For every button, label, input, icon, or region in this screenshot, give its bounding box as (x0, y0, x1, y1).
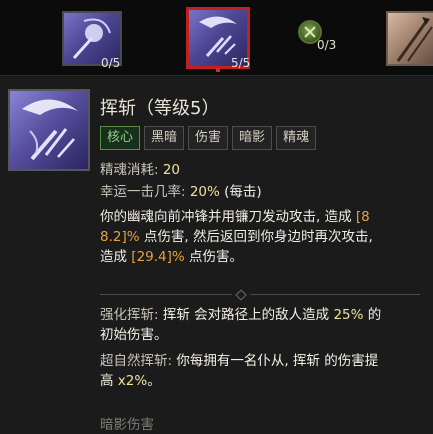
description-line-3: 造成 [29.4]% 点伤害。 (100, 249, 244, 265)
skill-tooltip: 挥斩（等级5） 核心 黑暗 伤害 暗影 精魂 精魂消耗: 20 幸运一击几率: … (0, 75, 433, 434)
enhanced-reap: 强化挥斩: 挥斩 会对路径上的敌人造成 25% 的 初始伤害。 (100, 307, 382, 343)
selected-indicator (216, 68, 220, 72)
tag-essence: 精魂 (276, 126, 317, 150)
tag-core: 核心 (100, 126, 141, 150)
lucky-hit-value: 20% (189, 184, 220, 200)
description-line-2: 8.2]% 点伤害, 然后返回到你身边时再次攻击, (100, 229, 373, 245)
supernatural-label: 超自然挥斩: (100, 353, 177, 369)
damage-type-label: 暗影伤害 (100, 417, 154, 433)
lucky-hit-label: 幸运一击几率: (100, 184, 190, 200)
description-line-1: 你的幽魂向前冲锋并用镰刀发动攻击, 造成 [8 (100, 209, 370, 225)
skill-tags: 核心 黑暗 伤害 暗影 精魂 (100, 126, 317, 150)
skill-title: 挥斩（等级5） (100, 98, 220, 119)
skill-node-enhancement-rank: 0/3 (317, 38, 337, 52)
divider (100, 289, 420, 301)
essence-cost-value: 20 (162, 162, 181, 178)
supernatural-reap: 超自然挥斩: 你每拥有一名仆从, 挥斩 的伤害提 高 x2%。 (100, 353, 379, 389)
essence-cost-label: 精魂消耗: (100, 162, 163, 178)
spear-skill-icon (396, 17, 433, 62)
skill-description: 你的幽魂向前冲锋并用镰刀发动攻击, 造成 [8 8.2]% 点伤害, 然后返回到… (100, 207, 425, 267)
essence-cost: 精魂消耗: 20 (100, 160, 425, 180)
skill-slot-next[interactable] (386, 11, 433, 66)
lucky-hit: 幸运一击几率: 20% (每击) (100, 182, 425, 202)
skill-slot-1-rank: 0/5 (101, 56, 121, 70)
skill-bar: 0/5 5/5 0/3 (0, 0, 433, 72)
enhanced-label: 强化挥斩: (100, 307, 163, 323)
tag-damage: 伤害 (188, 126, 229, 150)
reap-skill-large-icon (8, 89, 90, 171)
tag-shadow: 暗影 (232, 126, 273, 150)
lucky-hit-suffix: (每击) (219, 184, 262, 200)
tag-darkness: 黑暗 (144, 126, 185, 150)
skill-slot-reap-rank: 5/5 (231, 56, 251, 70)
